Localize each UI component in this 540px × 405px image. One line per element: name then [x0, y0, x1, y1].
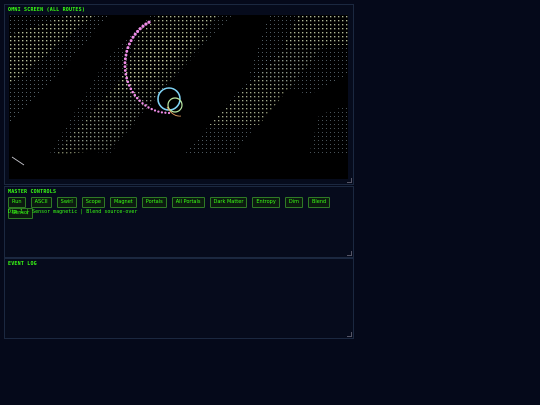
- trail-particle: [133, 93, 137, 97]
- master-controls-title: MASTER CONTROLS: [8, 189, 57, 195]
- entropy-button[interactable]: Entropy: [252, 197, 280, 208]
- event-log-panel: EVENT LOG: [4, 258, 354, 339]
- trail-particle: [133, 32, 137, 36]
- trail-particle: [123, 65, 127, 68]
- trail-particle: [125, 49, 129, 53]
- portals-button[interactable]: Portals: [141, 197, 167, 208]
- event-log-title: EVENT LOG: [8, 261, 37, 267]
- trail-particle: [153, 109, 157, 112]
- resize-handle[interactable]: [347, 332, 352, 337]
- trail-particle: [124, 53, 128, 57]
- trail-particle: [141, 24, 145, 28]
- trail-particle: [131, 35, 135, 39]
- resize-handle[interactable]: [347, 178, 352, 183]
- run-button[interactable]: Run: [8, 197, 26, 208]
- trail-particle: [144, 104, 147, 107]
- all-portals-button[interactable]: All Portals: [171, 197, 205, 208]
- trail-particle: [144, 22, 148, 26]
- omni-screen-panel: OMNI SCREEN (ALL ROUTES): [4, 4, 354, 185]
- trail-particle: [138, 27, 142, 31]
- omni-screen-title: OMNI SCREEN (ALL ROUTES): [8, 7, 86, 13]
- trail-particle: [141, 102, 144, 105]
- master-controls-panel: MASTER CONTROLS Run ASCII Swirl Scope Ma…: [4, 186, 354, 258]
- trail-particle: [123, 61, 127, 65]
- trail-particle: [147, 106, 150, 109]
- trail-particle: [125, 76, 129, 80]
- trail-particle: [150, 107, 153, 111]
- resize-handle[interactable]: [347, 251, 352, 256]
- trail-particle: [129, 39, 133, 43]
- swirl-button[interactable]: Swirl: [56, 197, 77, 208]
- magnet-button[interactable]: Magnet: [109, 197, 137, 208]
- trail-particle: [136, 29, 140, 33]
- control-buttons: Run ASCII Swirl Scope Magnet Portals All…: [8, 197, 353, 219]
- trail-particle: [123, 69, 127, 72]
- trail-particle: [127, 84, 131, 87]
- trail-particle: [164, 111, 167, 114]
- trail-particle: [123, 57, 127, 61]
- dark-matter-button[interactable]: Dark Matter: [209, 197, 248, 208]
- trail-particle: [138, 99, 141, 103]
- trail-particle: [131, 90, 134, 94]
- status-line: Dim 1 | Sensor magnetic | Blend source-o…: [8, 209, 138, 215]
- dim-button[interactable]: Dim: [284, 197, 303, 208]
- trail-particle: [126, 80, 130, 84]
- blend-button[interactable]: Blend: [307, 197, 331, 208]
- scope-button[interactable]: Scope: [81, 197, 105, 208]
- trail-particle: [135, 96, 139, 100]
- trail-particle: [157, 110, 160, 113]
- trail-particle: [124, 72, 128, 76]
- trail-particle: [126, 46, 130, 50]
- trail-particle: [127, 42, 131, 46]
- trail-particle: [129, 87, 133, 91]
- trail-particle: [147, 20, 151, 24]
- ascii-button[interactable]: ASCII: [30, 197, 52, 208]
- trail-particle: [167, 111, 171, 115]
- trail-particle: [160, 111, 164, 114]
- omni-screen-canvas[interactable]: [9, 15, 348, 179]
